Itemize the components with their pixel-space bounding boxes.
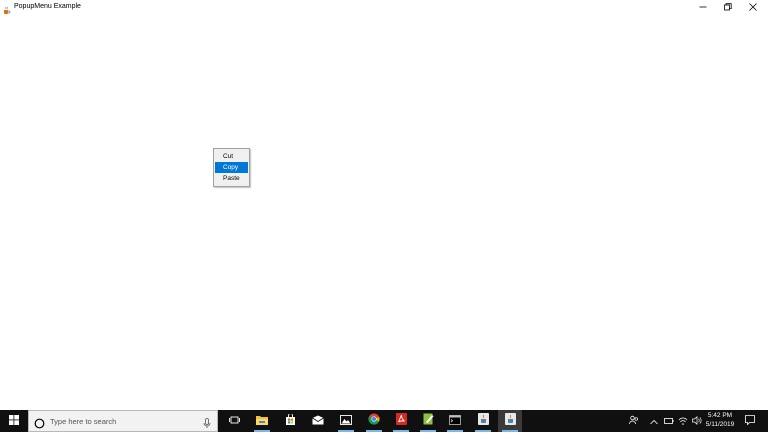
taskbar-photos[interactable] [334,410,358,432]
file-explorer-icon [256,412,268,430]
search-placeholder: Type here to search [50,417,117,426]
close-button[interactable] [741,0,765,13]
store-icon [285,412,296,430]
menu-item-copy[interactable]: Copy [215,162,248,173]
restore-button[interactable] [716,0,740,13]
java-active-icon [504,412,516,430]
taskbar-chrome[interactable] [362,410,386,432]
windows-logo-icon [9,412,19,430]
menu-item-paste[interactable]: Paste [215,173,248,184]
minimize-button[interactable] [691,0,715,13]
volume-icon [692,412,702,430]
taskbar-store[interactable] [278,410,302,432]
chrome-icon [368,412,380,430]
chevron-up-icon [650,412,658,430]
tray-clock[interactable]: 5:42 PM 5/11/2019 [704,410,736,432]
cortana-circle-icon [34,416,45,434]
photos-icon [340,412,352,430]
tray-network[interactable] [676,410,690,432]
mail-icon [312,412,324,430]
taskbar-mail[interactable] [306,410,330,432]
people-icon [629,412,639,430]
battery-icon [664,412,674,430]
action-center-button[interactable] [740,410,760,432]
java-cup-icon [2,2,11,14]
clock-time: 5:42 PM [707,412,733,419]
search-box[interactable]: Type here to search [28,410,218,432]
taskbar-terminal[interactable] [443,410,467,432]
microphone-icon[interactable] [203,416,211,434]
restore-icon [724,2,732,11]
tray-people[interactable] [626,410,642,432]
taskbar-acrobat[interactable] [389,410,413,432]
acrobat-icon [395,412,407,430]
taskbar-java-active[interactable] [498,410,522,432]
task-view-icon [228,412,240,430]
taskbar-java[interactable] [471,410,495,432]
taskbar-file-explorer[interactable] [250,410,274,432]
menu-item-cut[interactable]: Cut [215,151,248,162]
start-button[interactable] [0,410,28,432]
title-bar[interactable]: PopupMenu Example [0,0,768,14]
minimize-icon [699,3,707,11]
notepad-plus-icon [423,412,434,430]
network-icon [678,412,688,430]
terminal-icon [449,412,461,430]
app-window: PopupMenu Example Cut Copy Paste [0,0,768,410]
tray-show-hidden[interactable] [648,410,660,432]
tray-battery[interactable] [662,410,676,432]
clock-date: 5/11/2019 [705,421,735,428]
taskbar: Type here to search 5:42 PM 5/11/2019 [0,410,768,432]
task-view-button[interactable] [222,410,246,432]
popup-menu: Cut Copy Paste [213,148,250,187]
action-center-icon [745,412,755,430]
tray-volume[interactable] [690,410,704,432]
close-icon [749,2,757,11]
java-icon [477,412,489,430]
window-title: PopupMenu Example [14,3,81,10]
taskbar-notepad-plus[interactable] [416,410,440,432]
